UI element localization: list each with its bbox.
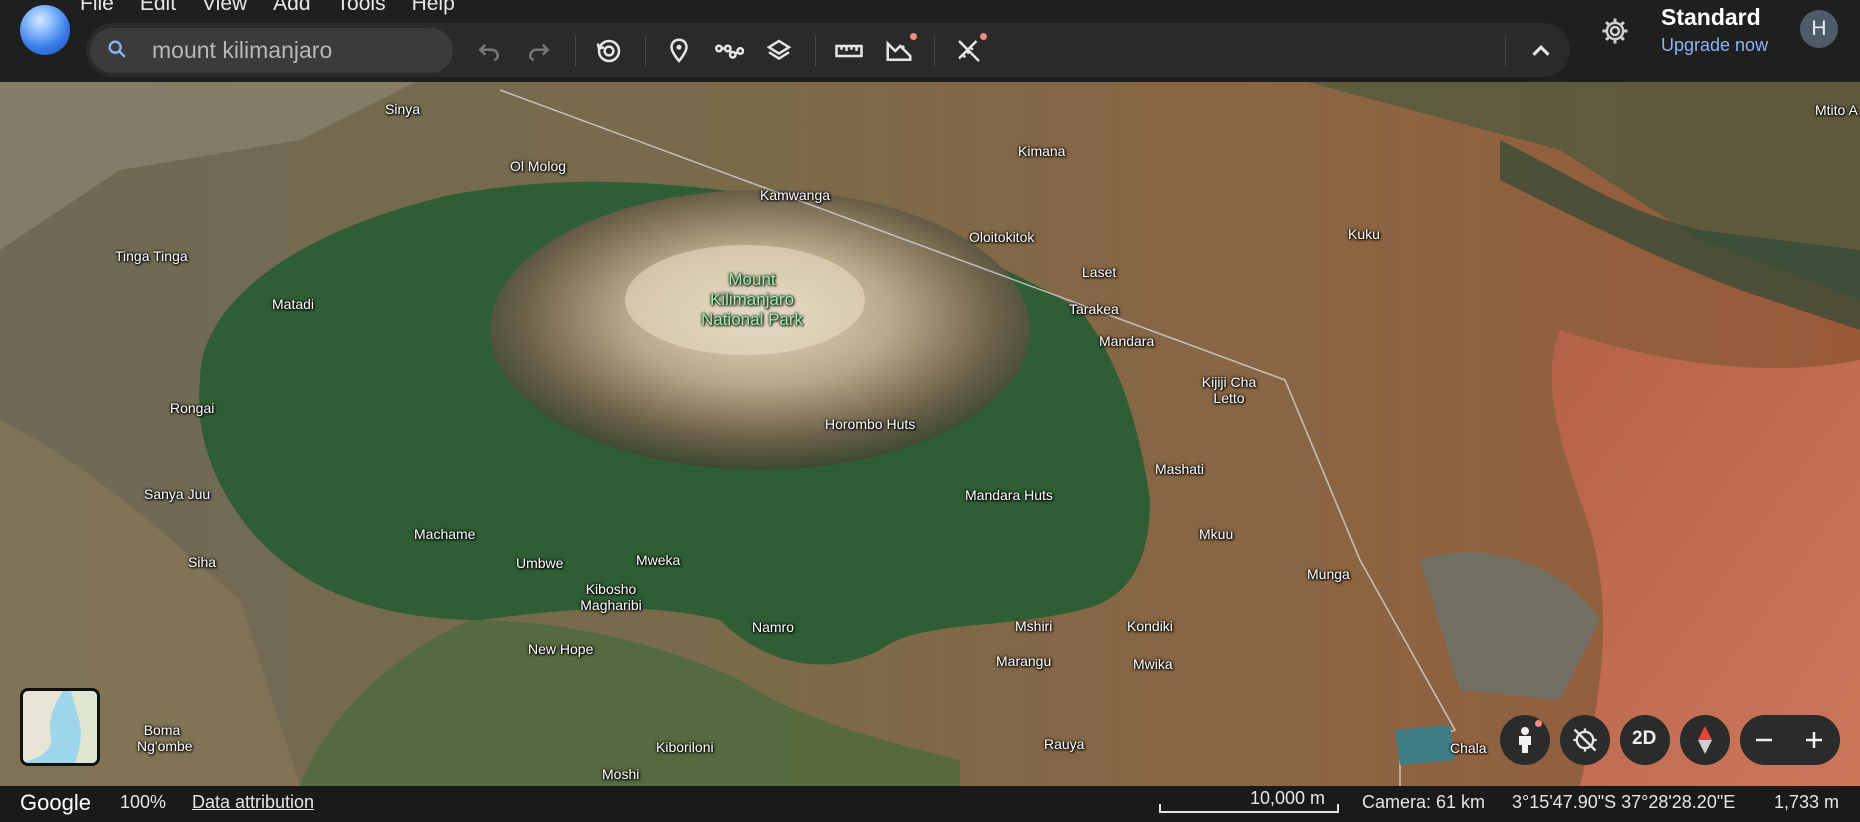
menu-edit[interactable]: Edit bbox=[140, 0, 176, 16]
street-view-button[interactable] bbox=[1500, 715, 1550, 765]
projects-icon[interactable] bbox=[884, 36, 914, 66]
historical-imagery-icon[interactable] bbox=[594, 36, 624, 66]
avatar[interactable]: H bbox=[1800, 10, 1838, 48]
google-earth-logo-icon[interactable] bbox=[20, 5, 70, 55]
place-label: Mandara bbox=[1099, 333, 1155, 349]
toolbar-separator bbox=[575, 36, 576, 66]
zoom-level: 100% bbox=[120, 792, 167, 812]
place-label: Sinya bbox=[385, 101, 421, 117]
lock-orientation-button[interactable] bbox=[1560, 715, 1610, 765]
place-label: Machame bbox=[414, 526, 476, 542]
menu-help[interactable]: Help bbox=[412, 0, 455, 16]
place-label: Mwika bbox=[1133, 656, 1173, 672]
upgrade-link[interactable]: Upgrade now bbox=[1661, 35, 1768, 56]
search-icon bbox=[108, 40, 126, 58]
account-plan: Standard bbox=[1661, 4, 1761, 30]
compass-icon bbox=[1698, 726, 1712, 754]
place-label: Matadi bbox=[272, 296, 315, 312]
menu-add[interactable]: Add bbox=[273, 0, 310, 16]
park-label-line: Kilimanjaro bbox=[709, 290, 795, 309]
layers-icon[interactable] bbox=[764, 36, 794, 66]
toolbar-separator bbox=[934, 36, 935, 66]
place-label: Tinga Tinga bbox=[115, 248, 188, 264]
minimap[interactable] bbox=[20, 688, 100, 766]
place-label: Oloitokitok bbox=[969, 229, 1035, 245]
place-label: Kondiki bbox=[1127, 618, 1173, 634]
zoom-out-icon[interactable] bbox=[1753, 729, 1775, 751]
zoom-in-icon[interactable] bbox=[1803, 729, 1825, 751]
menu-view[interactable]: View bbox=[202, 0, 247, 16]
toolbar-separator bbox=[1505, 36, 1506, 66]
satellite-map[interactable] bbox=[0, 0, 1860, 822]
street-view-icon bbox=[1519, 727, 1531, 753]
place-label: Mandara Huts bbox=[965, 487, 1053, 503]
place-label: Laset bbox=[1082, 264, 1117, 280]
park-label-line: Mount bbox=[728, 270, 776, 289]
place-label: Sanya Juu bbox=[144, 486, 211, 502]
place-label: Mweka bbox=[636, 552, 681, 568]
notification-dot bbox=[1535, 720, 1542, 727]
gear-icon[interactable] bbox=[1600, 16, 1630, 46]
coordinates: 3°15'47.90"S 37°28'28.20"E bbox=[1512, 792, 1736, 812]
ruler-icon[interactable] bbox=[834, 36, 864, 66]
place-label: Munga bbox=[1307, 566, 1350, 582]
collapse-chevron-icon[interactable] bbox=[1526, 36, 1556, 66]
national-park-label: Mount Kilimanjaro National Park bbox=[668, 270, 836, 330]
place-label: Mkuu bbox=[1199, 526, 1234, 542]
scale-bar bbox=[1159, 804, 1339, 813]
notification-dot bbox=[980, 33, 987, 40]
notification-dot bbox=[910, 33, 917, 40]
menu-tools[interactable]: Tools bbox=[337, 0, 386, 16]
compass-button[interactable] bbox=[1680, 715, 1730, 765]
undo-icon[interactable] bbox=[474, 36, 504, 66]
camera-altitude: Camera: 61 km bbox=[1362, 792, 1486, 812]
place-label: Rauya bbox=[1044, 736, 1085, 752]
place-label: Kamwanga bbox=[760, 187, 831, 203]
place-label: Kuku bbox=[1348, 226, 1380, 242]
view-mode-button[interactable]: 2D bbox=[1620, 715, 1670, 765]
placemark-icon[interactable] bbox=[664, 36, 694, 66]
place-label: Mtito A bbox=[1815, 102, 1858, 118]
data-attribution-link[interactable]: Data attribution bbox=[192, 792, 314, 813]
place-label: Umbwe bbox=[516, 555, 564, 571]
place-label: Kibosho Magharibi bbox=[580, 581, 642, 613]
measure-icon[interactable] bbox=[954, 36, 984, 66]
lock-orientation-icon bbox=[1573, 728, 1597, 752]
place-label: Marangu bbox=[996, 653, 1052, 669]
place-label: Horombo Huts bbox=[825, 416, 916, 432]
place-label: New Hope bbox=[528, 641, 594, 657]
elevation: 1,733 m bbox=[1774, 792, 1840, 812]
menu-bar: File Edit View Add Tools Help bbox=[80, 0, 455, 16]
place-label: Ol Molog bbox=[510, 158, 567, 174]
path-icon[interactable] bbox=[714, 36, 744, 66]
toolbar-separator bbox=[645, 36, 646, 66]
menu-file[interactable]: File bbox=[80, 0, 114, 16]
place-label: Mshiri bbox=[1015, 618, 1053, 634]
place-label: Namro bbox=[752, 619, 795, 635]
place-label: Chala bbox=[1450, 740, 1487, 756]
view-mode-label: 2D bbox=[1632, 728, 1657, 749]
park-label-line: National Park bbox=[700, 310, 804, 329]
place-label: Moshi bbox=[602, 766, 640, 782]
place-label: Siha bbox=[188, 554, 217, 570]
place-label: Rongai bbox=[170, 400, 215, 416]
place-label: Mashati bbox=[1155, 461, 1205, 477]
place-label: Kijiji Cha Letto bbox=[1201, 374, 1257, 406]
zoom-controls bbox=[1740, 715, 1840, 765]
google-brand: Google bbox=[20, 790, 91, 815]
minimap-image bbox=[23, 691, 97, 763]
place-label: Boma Ng'ombe bbox=[137, 722, 193, 754]
redo-icon[interactable] bbox=[524, 36, 554, 66]
toolbar-separator bbox=[815, 36, 816, 66]
place-label: Kiboriloni bbox=[656, 739, 714, 755]
place-label: Kimana bbox=[1018, 143, 1066, 159]
search-input[interactable] bbox=[152, 32, 442, 68]
place-label: Tarakea bbox=[1069, 301, 1119, 317]
